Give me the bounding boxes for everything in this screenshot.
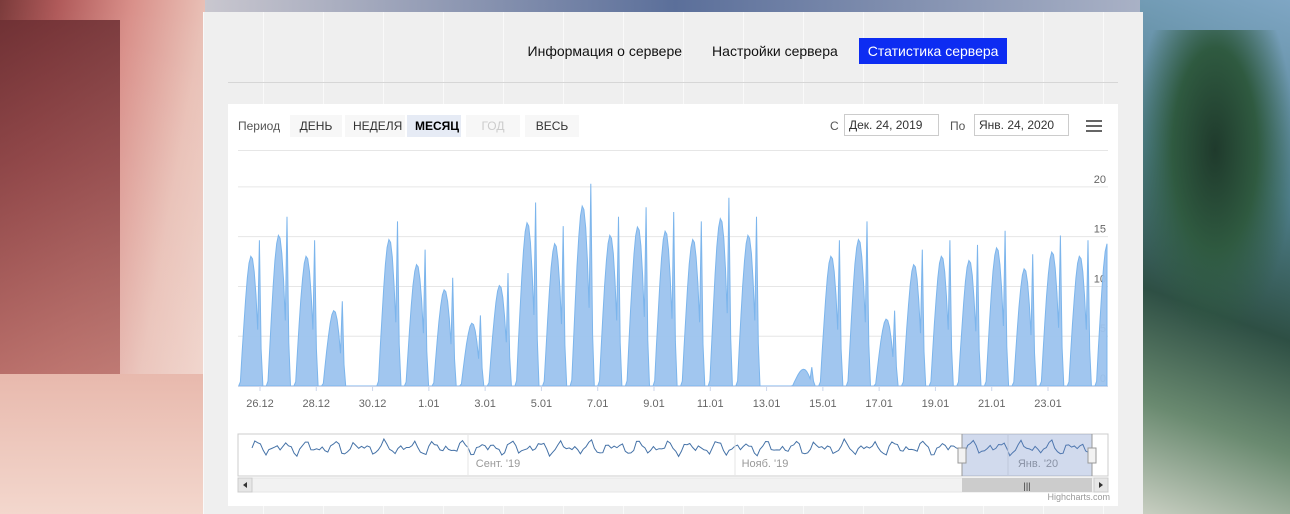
stats-chart: 0510152026.1228.1230.121.013.015.017.019… (228, 104, 1118, 506)
range-from-input[interactable]: Дек. 24, 2019 (844, 114, 939, 136)
tabs-divider (228, 82, 1118, 83)
daily-peak-point[interactable] (1026, 245, 1029, 248)
background-tree (1140, 30, 1290, 330)
hamburger-menu-icon[interactable] (1086, 120, 1104, 134)
navigator-selection[interactable] (962, 434, 1092, 476)
daily-peak-point[interactable] (391, 210, 394, 213)
daily-peak-point[interactable] (888, 305, 891, 308)
y-tick-label: 20 (1094, 174, 1106, 186)
daily-peak-point[interactable] (253, 230, 256, 233)
daily-peak-point[interactable] (916, 240, 919, 243)
daily-peak-point[interactable] (750, 205, 753, 208)
daily-peak-point[interactable] (612, 205, 615, 208)
daily-peak-point[interactable] (281, 205, 284, 208)
x-tick-label: 5.01 (531, 398, 552, 410)
background-top (205, 0, 1145, 12)
tab-server-stats[interactable]: Статистика сервера (858, 38, 1008, 64)
x-tick-label: 28.12 (303, 398, 331, 410)
x-tick-label: 1.01 (418, 398, 439, 410)
daily-peak-point[interactable] (667, 200, 670, 203)
daily-peak-point[interactable] (308, 230, 311, 233)
range-day-button[interactable]: ДЕНЬ (290, 115, 342, 137)
x-tick-label: 13.01 (753, 398, 781, 410)
daily-peak-point[interactable] (944, 230, 947, 233)
server-panel: Информация о сервере Настройки сервера С… (203, 12, 1143, 514)
daily-peak-point[interactable] (999, 220, 1002, 223)
y-tick-label: 15 (1094, 224, 1106, 236)
daily-peak-point[interactable] (529, 190, 532, 193)
tab-server-settings[interactable]: Настройки сервера (703, 38, 847, 64)
range-week-button[interactable]: НЕДЕЛЯ (345, 115, 405, 137)
x-tick-label: 7.01 (587, 398, 608, 410)
daily-peak-point[interactable] (446, 270, 449, 273)
scrollbar-grip-icon: ||| (1023, 481, 1030, 491)
daily-peak-point[interactable] (640, 195, 643, 198)
x-tick-label: 30.12 (359, 398, 387, 410)
server-tabs: Информация о сервере Настройки сервера С… (203, 38, 1143, 64)
range-all-button[interactable]: ВЕСЬ (525, 115, 579, 137)
daily-peak-point[interactable] (557, 215, 560, 218)
daily-peak-point[interactable] (833, 230, 836, 233)
x-tick-label: 17.01 (865, 398, 893, 410)
x-tick-label: 26.12 (246, 398, 274, 410)
daily-peak-point[interactable] (805, 365, 808, 368)
daily-peak-point[interactable] (336, 295, 339, 298)
range-month-button[interactable]: МЕСЯЦ (407, 115, 461, 137)
range-to-label: По (950, 119, 966, 133)
daily-peak-point[interactable] (474, 310, 477, 313)
x-tick-label: 21.01 (978, 398, 1006, 410)
background-right (1140, 0, 1290, 514)
x-tick-label: 23.01 (1034, 398, 1062, 410)
series-area (238, 183, 1108, 387)
navigator-right-handle[interactable] (1087, 447, 1097, 464)
background-building (0, 20, 120, 380)
daily-peak-point[interactable] (1054, 225, 1057, 228)
navigator-left-handle[interactable] (957, 447, 967, 464)
chart-top-border (238, 150, 1108, 151)
chart-canvas: 0510152026.1228.1230.121.013.015.017.019… (237, 170, 1109, 493)
range-from-label: С (830, 119, 839, 133)
x-tick-label: 11.01 (697, 398, 724, 410)
navigator-label: Сент. '19 (476, 458, 520, 470)
chart-credits: Highcharts.com (1047, 492, 1110, 502)
daily-peak-point[interactable] (419, 240, 422, 243)
daily-peak-point[interactable] (502, 265, 505, 268)
tab-server-info[interactable]: Информация о сервере (519, 38, 692, 64)
range-selector: Период ДЕНЬ НЕДЕЛЯ МЕСЯЦ ГОД ВЕСЬ С Дек.… (228, 104, 1118, 148)
x-tick-label: 15.01 (809, 398, 837, 410)
x-tick-label: 19.01 (922, 398, 950, 410)
navigator-label: Нояб. '19 (742, 458, 789, 470)
range-to-input[interactable]: Янв. 24, 2020 (974, 114, 1069, 136)
daily-peak-point[interactable] (861, 210, 864, 213)
range-year-button[interactable]: ГОД (466, 115, 520, 137)
background-left (0, 0, 205, 514)
background-road (0, 374, 205, 514)
daily-peak-point[interactable] (695, 210, 698, 213)
x-tick-label: 3.01 (474, 398, 495, 410)
range-label: Период (238, 119, 281, 133)
daily-peak-point[interactable] (585, 170, 588, 173)
daily-peak-point[interactable] (1082, 230, 1085, 233)
x-tick-label: 9.01 (643, 398, 664, 410)
